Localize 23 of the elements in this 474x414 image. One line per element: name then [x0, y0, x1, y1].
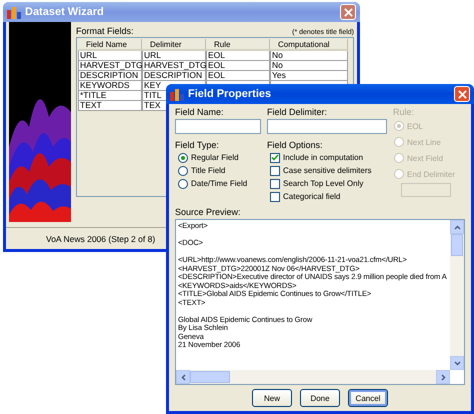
table-cell: URL — [78, 51, 142, 61]
table-cell: No — [270, 61, 348, 71]
table-cell: KEYWORDS — [78, 81, 142, 91]
field-type-label: Field Type: — [175, 140, 220, 150]
table-cell: EOL — [206, 71, 270, 81]
format-fields-label: Format Fields: — [76, 26, 134, 36]
table-cell: DESCRIPTION — [78, 71, 142, 81]
table-cell: DESCRIPTION — [142, 71, 206, 81]
field-options-label: Field Options: — [267, 140, 324, 150]
table-cell: EOL — [206, 61, 270, 71]
field-delimiter-label: Field Delimiter: — [267, 107, 328, 117]
table-cell: URL — [142, 51, 206, 61]
table-cell: EOL — [206, 51, 270, 61]
window-title: Dataset Wizard — [25, 6, 105, 18]
table-cell: No — [270, 51, 348, 61]
table-cell: Yes — [270, 71, 348, 81]
table-cell: *TITLE — [78, 91, 142, 101]
table-cell: HARVEST_DTG — [78, 61, 142, 71]
source-preview-label: Source Preview: — [175, 207, 242, 217]
wizard-status: VoA News 2006 (Step 2 of 8) — [46, 234, 156, 244]
table-cell: TEXT — [78, 101, 142, 111]
table-cell: HARVEST_DTG — [142, 61, 206, 71]
rule-label: Rule: — [393, 107, 416, 117]
